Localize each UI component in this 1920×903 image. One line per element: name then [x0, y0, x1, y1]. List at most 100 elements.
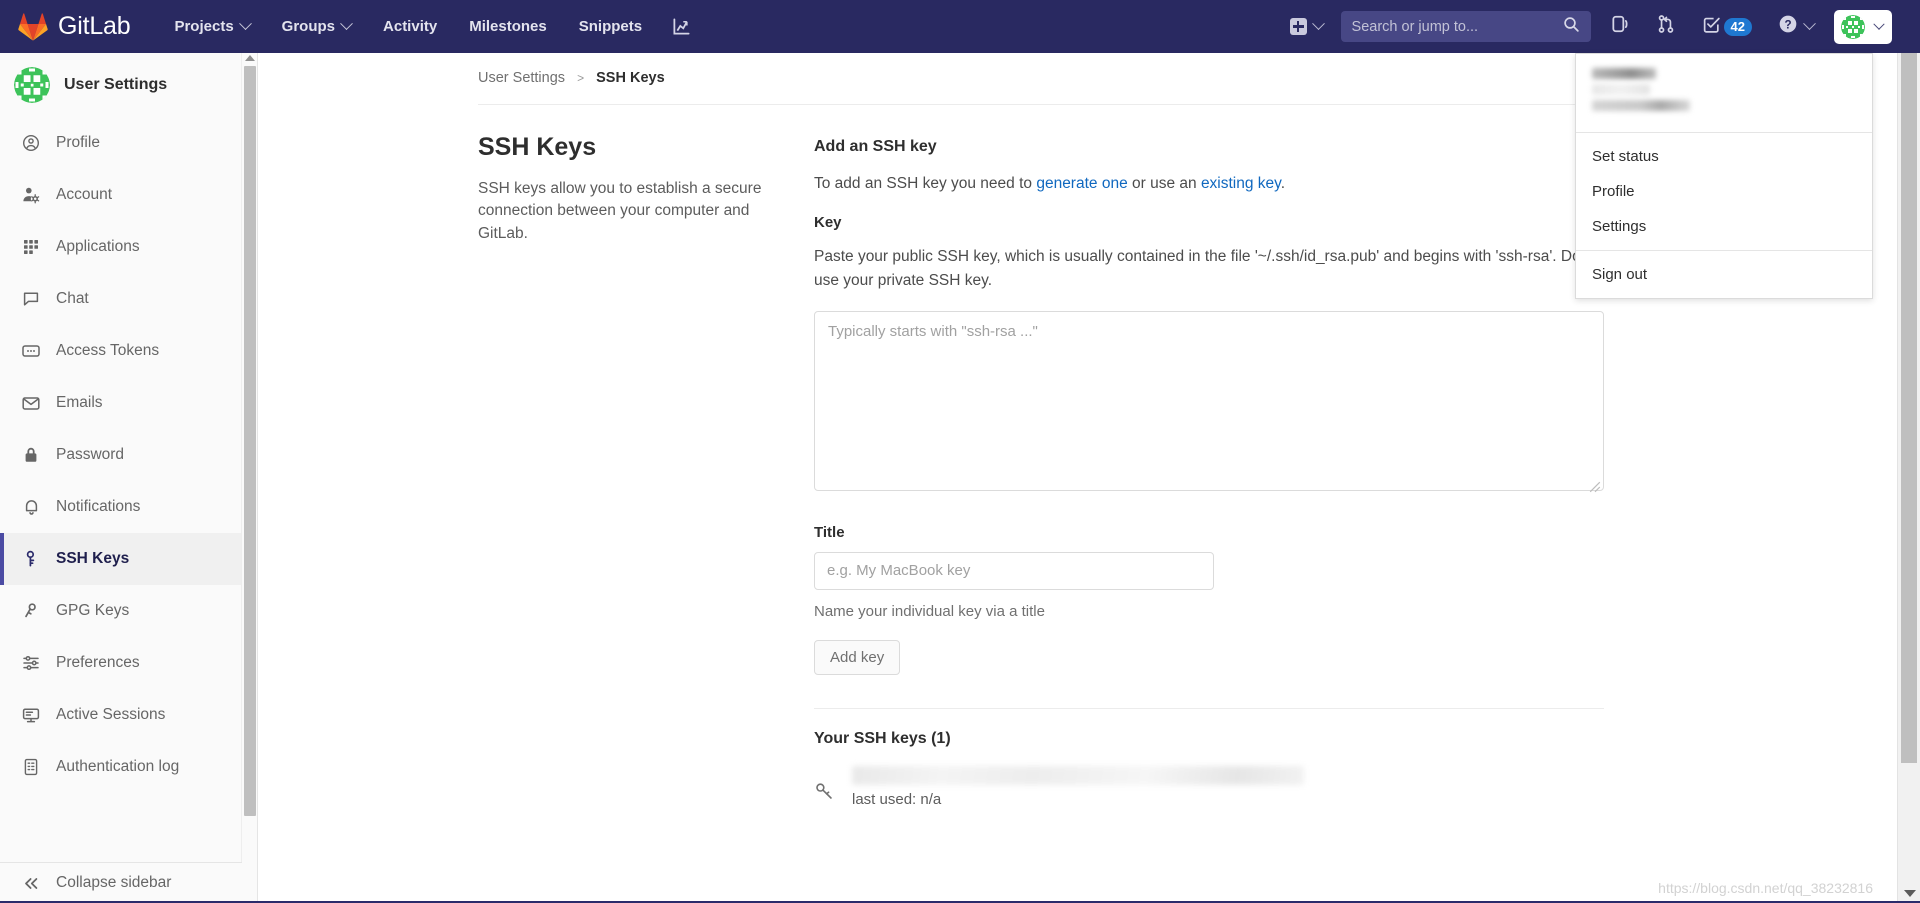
add-key-intro: To add an SSH key you need to generate o… — [814, 172, 1604, 195]
sidebar-scrollbar[interactable] — [241, 53, 257, 903]
comment-icon — [22, 290, 40, 308]
sidebar-item-label: Authentication log — [56, 758, 180, 775]
user-circle-icon — [22, 134, 40, 152]
user-menu-dropdown: Set status Profile Settings Sign out — [1575, 53, 1873, 299]
key-field-label: Key — [814, 214, 842, 232]
intro-text-middle: or use an — [1127, 175, 1201, 192]
merge-requests-button[interactable] — [1643, 0, 1689, 53]
sidebar-item-authentication-log[interactable]: Authentication log — [0, 741, 241, 793]
chevron-down-icon — [1803, 17, 1816, 31]
page-scrollbar-thumb[interactable] — [1901, 53, 1917, 763]
dropdown-primary-group: Set status Profile Settings — [1576, 133, 1872, 250]
ssh-key-title-redacted — [852, 765, 1304, 785]
ssh-key-details: last used: n/a — [852, 765, 1304, 808]
user-name-redacted-2 — [1592, 84, 1650, 95]
dropdown-signout-group: Sign out — [1576, 250, 1872, 298]
gitlab-logo-link[interactable]: GitLab — [18, 12, 131, 41]
sidebar-item-label: Notifications — [56, 498, 141, 515]
merge-request-icon — [1656, 14, 1676, 39]
search-input[interactable]: Search or jump to... — [1340, 11, 1591, 42]
sidebar-item-access-tokens[interactable]: Access Tokens — [0, 325, 241, 377]
key-title-input[interactable] — [814, 551, 1214, 590]
user-avatar-identicon — [14, 67, 50, 103]
add-key-heading: Add an SSH key — [814, 138, 937, 155]
section-info-column: SSH Keys SSH keys allow you to establish… — [478, 133, 814, 808]
menu-item-set-status[interactable]: Set status — [1576, 139, 1872, 174]
ssh-key-list-item[interactable]: last used: n/a — [814, 765, 1604, 808]
sidebar-item-applications[interactable]: Applications — [0, 221, 241, 273]
sidebar-item-password[interactable]: Password — [0, 429, 241, 481]
sidebar-header[interactable]: User Settings — [0, 53, 241, 117]
search-icon — [1563, 16, 1580, 38]
plus-square-icon — [1289, 18, 1307, 35]
scroll-up-arrow-icon[interactable] — [245, 55, 255, 61]
issues-button[interactable] — [1597, 0, 1643, 53]
navbar-right-cluster: Search or jump to... 42 ? — [1280, 0, 1892, 53]
intro-text-after: . — [1280, 175, 1286, 192]
add-ssh-key-form: Add an SSH key To add an SSH key you nee… — [814, 133, 1604, 808]
sidebar-item-preferences[interactable]: Preferences — [0, 637, 241, 689]
sidebar-item-emails[interactable]: Emails — [0, 377, 241, 429]
menu-item-settings[interactable]: Settings — [1576, 209, 1872, 244]
user-name-redacted — [1592, 68, 1656, 79]
collapse-sidebar-label: Collapse sidebar — [56, 874, 172, 891]
sidebar-item-account[interactable]: Account — [0, 169, 241, 221]
nav-link-milestones[interactable]: Milestones — [453, 0, 563, 53]
your-ssh-keys-heading: Your SSH keys (1) — [814, 729, 951, 747]
create-new-button[interactable] — [1280, 0, 1333, 53]
sidebar-item-profile[interactable]: Profile — [0, 117, 241, 169]
nav-link-activity[interactable]: Activity — [367, 0, 453, 53]
menu-item-sign-out[interactable]: Sign out — [1576, 257, 1872, 292]
todos-count-badge: 42 — [1723, 17, 1752, 36]
intro-text-before: To add an SSH key you need to — [814, 175, 1037, 192]
collapse-sidebar-button[interactable]: Collapse sidebar — [0, 862, 242, 903]
envelope-icon — [22, 394, 40, 412]
page-description: SSH keys allow you to establish a secure… — [478, 180, 762, 242]
grid-apps-icon — [22, 238, 40, 256]
lock-icon — [22, 446, 40, 464]
menu-item-profile[interactable]: Profile — [1576, 174, 1872, 209]
nav-link-groups[interactable]: Groups — [266, 0, 367, 53]
monitor-icon — [22, 706, 40, 724]
chevron-down-icon — [238, 17, 252, 31]
page-scrollbar[interactable] — [1897, 53, 1920, 903]
sidebar-item-label: Account — [56, 186, 113, 203]
gitlab-tanuki-icon — [18, 12, 48, 41]
sidebar-item-label: Emails — [56, 394, 103, 411]
primary-nav-links: Projects Groups Activity Milestones Snip… — [158, 0, 705, 53]
sidebar-item-notifications[interactable]: Notifications — [0, 481, 241, 533]
question-circle-icon: ? — [1778, 14, 1798, 39]
sidebar-item-ssh-keys[interactable]: SSH Keys — [0, 533, 241, 585]
nav-link-projects[interactable]: Projects — [158, 0, 265, 53]
sidebar-item-label: SSH Keys — [56, 550, 130, 567]
user-menu-button[interactable] — [1834, 9, 1892, 44]
help-button[interactable]: ? — [1765, 0, 1827, 53]
sidebar-item-chat[interactable]: Chat — [0, 273, 241, 325]
key-field-help: Paste your public SSH key, which is usua… — [814, 248, 1597, 289]
breadcrumb-parent[interactable]: User Settings — [478, 70, 565, 86]
todos-button[interactable]: 42 — [1689, 0, 1765, 53]
svg-text:?: ? — [1784, 19, 1791, 32]
sidebar-title: User Settings — [64, 76, 168, 93]
breadcrumb-separator: > — [577, 71, 585, 85]
ssh-key-last-used: last used: n/a — [852, 790, 942, 808]
generate-one-link[interactable]: generate one — [1036, 175, 1127, 192]
dropdown-user-info — [1576, 54, 1872, 133]
page-title: SSH Keys — [478, 133, 597, 161]
sidebar-item-label: Chat — [56, 290, 89, 307]
settings-sidebar: User Settings Profile Account Applicatio… — [0, 53, 258, 903]
ssh-key-textarea[interactable] — [814, 310, 1604, 491]
existing-key-link[interactable]: existing key — [1201, 175, 1281, 192]
sidebar-scrollbar-thumb[interactable] — [244, 66, 256, 816]
sidebar-item-label: Profile — [56, 134, 100, 151]
sidebar-item-active-sessions[interactable]: Active Sessions — [0, 689, 241, 741]
sidebar-item-gpg-keys[interactable]: GPG Keys — [0, 585, 241, 637]
title-field-help: Name your individual key via a title — [814, 602, 1045, 620]
double-chevron-left-icon — [22, 877, 40, 890]
nav-link-snippets[interactable]: Snippets — [563, 0, 658, 53]
nav-link-label: Projects — [174, 18, 234, 35]
scroll-down-arrow-icon[interactable] — [1904, 890, 1916, 897]
analytics-chart-icon[interactable] — [658, 0, 705, 53]
user-avatar-identicon — [1841, 14, 1865, 39]
add-key-button[interactable]: Add key — [814, 639, 901, 675]
